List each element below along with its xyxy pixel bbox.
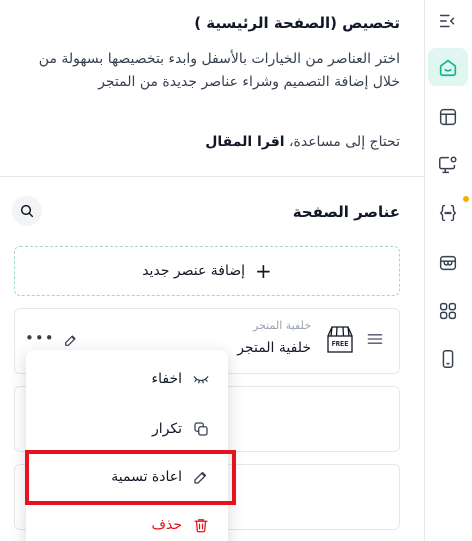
monitor-settings-icon xyxy=(439,156,457,174)
store-icon xyxy=(439,255,457,271)
layout-icon xyxy=(439,108,457,126)
code-button[interactable] xyxy=(428,194,468,232)
add-element-button[interactable]: + إضافة عنصر جديد xyxy=(14,246,400,296)
copy-icon xyxy=(194,422,208,436)
plus-icon: + xyxy=(255,259,272,283)
menu-item-duplicate[interactable]: تكرار xyxy=(26,408,228,450)
menu-item-delete[interactable]: حذف xyxy=(26,504,228,541)
add-element-label: إضافة عنصر جديد xyxy=(142,263,246,279)
eye-off-icon xyxy=(193,376,209,384)
element-subtitle: خلفية المتجر xyxy=(253,319,311,332)
home-icon xyxy=(439,59,457,77)
store-button[interactable] xyxy=(428,244,468,282)
menu-item-label: اعادة تسمية xyxy=(111,469,182,485)
help-row: تحتاج إلى مساعدة، اقرا المقال xyxy=(205,134,400,150)
collapse-panel-button[interactable] xyxy=(428,2,468,40)
elements-section-title: عناصر الصفحة xyxy=(292,203,400,221)
notification-dot xyxy=(463,196,469,202)
search-button[interactable] xyxy=(12,196,42,226)
pencil-icon xyxy=(194,471,207,484)
grid-icon xyxy=(439,302,457,320)
collapse-panel-icon xyxy=(439,14,455,28)
page-title: تخصيص (الصفحة الرئيسية ) xyxy=(194,14,400,32)
element-name: خلفية المتجر xyxy=(237,340,311,356)
free-badge: FREE xyxy=(331,340,349,348)
more-options-icon[interactable]: ••• xyxy=(25,329,55,347)
menu-item-hide[interactable]: اخفاء xyxy=(26,358,228,400)
edit-pencil-icon[interactable] xyxy=(63,332,79,348)
mobile-icon xyxy=(442,350,454,368)
code-icon xyxy=(439,204,457,222)
panel-description: اختر العناصر من الخيارات بالأسفل وابدء ب… xyxy=(38,51,400,90)
menu-item-label: تكرار xyxy=(151,421,182,437)
help-article-link[interactable]: اقرا المقال xyxy=(205,134,284,150)
search-icon xyxy=(20,204,34,218)
free-badge-icon: FREE xyxy=(325,323,355,357)
section-divider xyxy=(0,176,424,177)
menu-item-rename[interactable]: اعادة تسمية xyxy=(26,456,228,498)
drag-handle-icon[interactable] xyxy=(365,329,385,349)
monitor-settings-button[interactable] xyxy=(428,146,468,184)
help-text: تحتاج إلى مساعدة، xyxy=(289,134,400,150)
menu-item-label: اخفاء xyxy=(151,371,182,387)
trash-icon xyxy=(194,519,208,533)
menu-item-label: حذف xyxy=(151,517,182,533)
icon-rail xyxy=(424,0,472,541)
grid-button[interactable] xyxy=(428,292,468,330)
home-button[interactable] xyxy=(428,48,468,86)
context-menu: اخفاء تكرار اعادة تسمية حذف xyxy=(26,350,228,541)
layout-button[interactable] xyxy=(428,98,468,136)
mobile-button[interactable] xyxy=(428,340,468,378)
